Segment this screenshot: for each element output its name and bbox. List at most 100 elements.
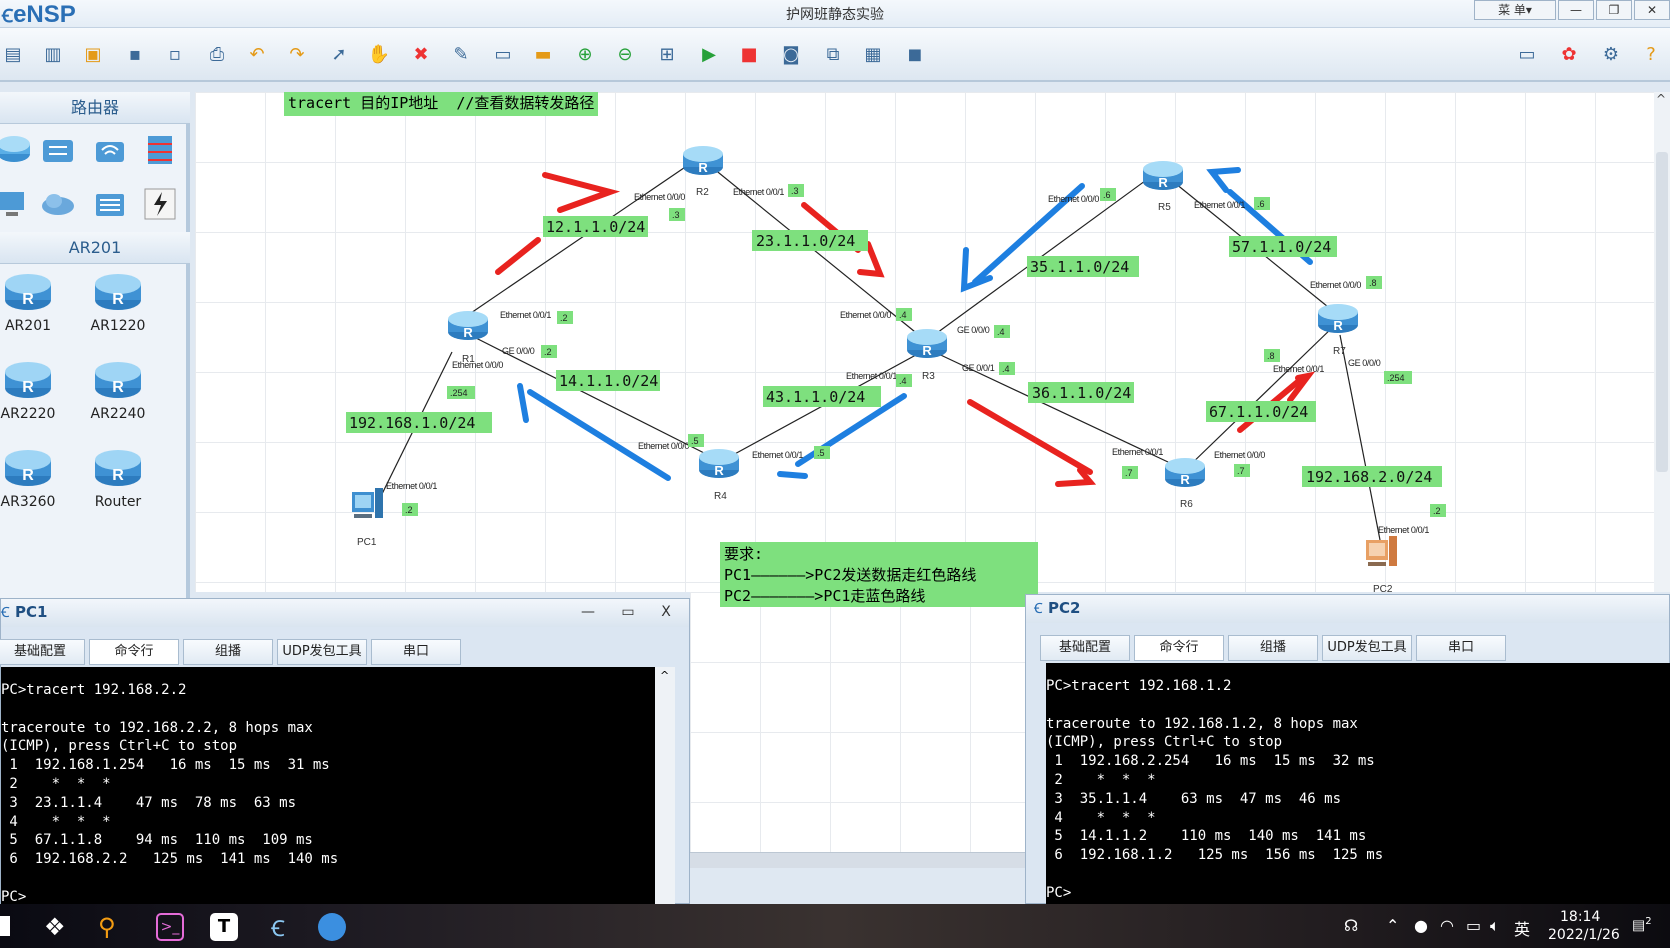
fit-icon[interactable]: ⊞: [654, 41, 680, 67]
network-icon[interactable]: ●: [1414, 916, 1428, 935]
wireless-category-icon[interactable]: [92, 132, 128, 168]
pc1-console[interactable]: PC>tracert 192.168.2.2 traceroute to 192…: [1, 667, 655, 905]
router-r3[interactable]: [907, 329, 947, 358]
capture-icon[interactable]: ◙: [778, 41, 804, 67]
pc1-tab-udp[interactable]: UDP发包工具: [277, 639, 367, 665]
router-r4[interactable]: [699, 449, 739, 478]
canvas-horizontal-scrollbar[interactable]: [690, 852, 1025, 868]
save-as-icon[interactable]: ▫: [162, 41, 188, 67]
pc1-maximize-button[interactable]: ▭: [611, 601, 645, 623]
pc1-tab-serial[interactable]: 串口: [371, 639, 461, 665]
new-example-icon[interactable]: ▥: [40, 41, 66, 67]
feishu-icon[interactable]: [318, 913, 346, 941]
minimize-button[interactable]: —: [1558, 0, 1594, 20]
clock-date[interactable]: 2022/1/26: [1548, 927, 1620, 943]
chevron-up-icon[interactable]: ⌃: [1386, 916, 1399, 935]
menu-button[interactable]: 菜 单▾: [1474, 0, 1556, 20]
volume-icon[interactable]: 🔈︎: [1490, 916, 1500, 936]
pc2-title-bar[interactable]: Ꞓ PC2: [1026, 595, 1669, 623]
router-r1[interactable]: [448, 311, 488, 340]
people-icon[interactable]: ☊: [1344, 916, 1358, 935]
hand-icon[interactable]: ✋: [366, 41, 392, 67]
firewall-device-icon[interactable]: [92, 186, 128, 222]
ensp-taskbar-icon[interactable]: Ꞓ: [264, 913, 292, 942]
pc-category-icon[interactable]: [0, 186, 32, 222]
device-ar3260[interactable]: R AR3260: [0, 446, 74, 510]
pc2-tab-serial[interactable]: 串口: [1416, 635, 1506, 661]
close-button[interactable]: ✕: [1634, 0, 1670, 20]
print-icon[interactable]: ⎙: [204, 41, 230, 67]
router-r7[interactable]: [1318, 304, 1358, 333]
router-r2[interactable]: [683, 146, 723, 175]
wifi-icon[interactable]: ◠: [1440, 916, 1454, 935]
pc1-console-scrollbar[interactable]: ^: [655, 667, 675, 905]
zoom-out-icon[interactable]: ⊖: [612, 41, 638, 67]
pc1-device[interactable]: [352, 488, 383, 518]
device-ar1220[interactable]: R AR1220: [72, 270, 164, 334]
restore-button[interactable]: ❐: [1596, 0, 1632, 20]
pc1-tab-multicast[interactable]: 组播: [183, 639, 273, 665]
pc1-tab-cli[interactable]: 命令行: [89, 639, 179, 665]
delete-icon[interactable]: ✖: [408, 41, 434, 67]
pc2-tab-basic[interactable]: 基础配置: [1040, 635, 1130, 661]
device-ar2220[interactable]: R AR2220: [0, 358, 74, 422]
start-icon[interactable]: [0, 916, 10, 936]
pc2-tab-udp[interactable]: UDP发包工具: [1322, 635, 1412, 661]
palette-icon[interactable]: ▬: [530, 41, 556, 67]
router-r5[interactable]: [1143, 161, 1183, 190]
select-icon[interactable]: ➚: [326, 41, 352, 67]
gear-icon[interactable]: ⚙: [1598, 41, 1624, 67]
pc1-minimize-button[interactable]: —: [571, 601, 605, 623]
cloud-category-icon[interactable]: [40, 186, 76, 222]
delete-link-icon[interactable]: ✎: [448, 41, 474, 67]
device-ar201[interactable]: R AR201: [0, 270, 74, 334]
new-topology-icon[interactable]: ▤: [0, 41, 26, 67]
screenshot-icon[interactable]: ◼: [902, 41, 928, 67]
pc1-close-button[interactable]: X: [649, 601, 683, 623]
link-r6-r7[interactable]: [1184, 324, 1336, 471]
save-icon[interactable]: ▪: [122, 41, 148, 67]
huawei-icon[interactable]: ✿: [1556, 41, 1582, 67]
comment-icon[interactable]: ▭: [1514, 41, 1540, 67]
router-r6[interactable]: [1165, 458, 1205, 487]
pc1-title-bar[interactable]: Ꞓ PC1 — ▭ X: [1, 599, 689, 627]
pc2-tab-multicast[interactable]: 组播: [1228, 635, 1318, 661]
tracert-note[interactable]: tracert 目的IP地址 //查看数据转发路径: [284, 92, 599, 116]
notification-icon[interactable]: ▤2: [1632, 916, 1652, 934]
zoom-in-icon[interactable]: ⊕: [572, 41, 598, 67]
firewall-category-icon[interactable]: [142, 132, 178, 168]
search-icon[interactable]: ⚲: [98, 913, 126, 941]
pc1-tab-basic[interactable]: 基础配置: [0, 639, 85, 665]
terminal-icon[interactable]: >_: [156, 913, 184, 941]
device-ar2240[interactable]: R AR2240: [72, 358, 164, 422]
grid-icon[interactable]: ▦: [860, 41, 886, 67]
typora-icon[interactable]: T: [210, 913, 238, 941]
topology-icon[interactable]: ⧉: [820, 41, 846, 67]
scroll-thumb[interactable]: [1656, 152, 1668, 472]
topology-canvas[interactable]: R1 R2 R3 R4 R5 R6 R7 PC1 PC2 12.1.1.0/24…: [195, 92, 1670, 592]
scroll-up-icon[interactable]: ^: [660, 669, 669, 682]
undo-icon[interactable]: ↶: [244, 41, 270, 67]
open-icon[interactable]: ▣: [80, 41, 106, 67]
router-category-icon[interactable]: [0, 132, 32, 168]
help-icon[interactable]: ?: [1638, 41, 1664, 67]
start-icon[interactable]: ▶: [696, 41, 722, 67]
battery-icon[interactable]: ▭: [1466, 916, 1481, 935]
switch-category-icon[interactable]: [40, 132, 76, 168]
pc2-tab-cli[interactable]: 命令行: [1134, 635, 1224, 661]
ime-indicator[interactable]: 英: [1514, 916, 1530, 940]
clock-time[interactable]: 18:14: [1560, 909, 1600, 925]
stop-icon[interactable]: ■: [736, 41, 762, 67]
topology-canvas-lower[interactable]: [690, 592, 1025, 852]
device-router[interactable]: R Router: [72, 446, 164, 510]
canvas-vertical-scrollbar[interactable]: ^: [1654, 92, 1670, 592]
apps-icon[interactable]: ❖: [44, 913, 72, 941]
blue-arrow-4: [517, 383, 529, 423]
scroll-up-icon[interactable]: ^: [1656, 92, 1666, 106]
requirements-note[interactable]: 要求: PC1——————>PC2发送数据走红色路线 PC2———————>PC…: [720, 542, 1038, 607]
connection-category-icon[interactable]: [142, 186, 178, 222]
text-icon[interactable]: ▭: [490, 41, 516, 67]
redo-icon[interactable]: ↷: [284, 41, 310, 67]
pc2-console[interactable]: PC>tracert 192.168.1.2 traceroute to 192…: [1046, 663, 1670, 905]
pc2-device[interactable]: [1366, 536, 1397, 566]
